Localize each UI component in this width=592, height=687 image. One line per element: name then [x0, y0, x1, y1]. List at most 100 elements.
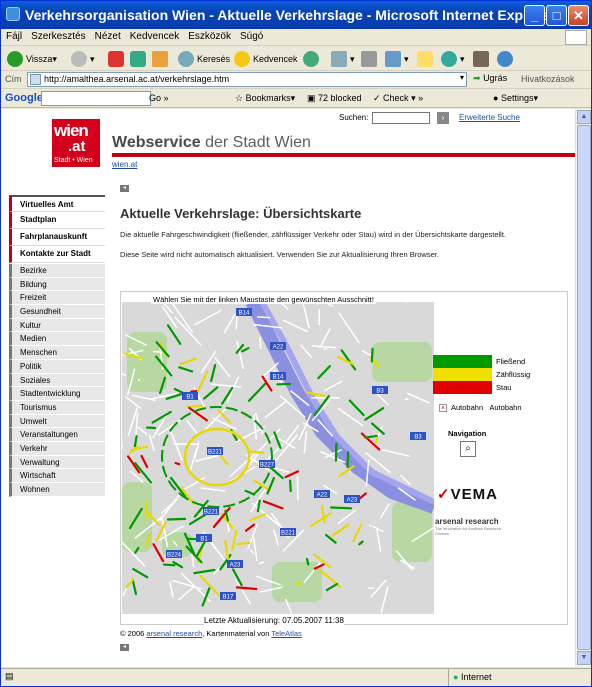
back-to-top-icon[interactable]: ◂ [120, 644, 129, 651]
street [323, 347, 328, 351]
topic-item[interactable]: Wirtschaft [9, 469, 105, 483]
stop-icon [108, 51, 124, 67]
extended-search-link[interactable]: Erweiterte Suche [459, 113, 520, 122]
address-input[interactable]: http://amalthea.arsenal.ac.at/verkehrsla… [27, 72, 467, 87]
menu-file[interactable]: Fájl [1, 29, 26, 42]
history-button[interactable] [303, 50, 322, 68]
back-arrow-icon [7, 51, 23, 67]
nav-item[interactable]: Virtuelles Amt [9, 195, 105, 212]
topic-item[interactable]: Verwaltung [9, 455, 105, 470]
traffic-segment [162, 563, 176, 567]
forward-button[interactable]: ▾ [71, 50, 95, 68]
scroll-up-icon[interactable]: ▲ [577, 110, 591, 124]
popup-blocked-button[interactable]: ▣ 72 blocked [307, 93, 362, 104]
search-button[interactable]: Keresés [178, 50, 230, 68]
search-submit-button[interactable]: › [437, 112, 449, 124]
menu-edit[interactable]: Szerkesztés [26, 29, 89, 42]
road-label: B221 [208, 450, 223, 456]
vertical-scrollbar[interactable]: ▲ ▼ [575, 109, 591, 667]
minimize-button[interactable]: _ [524, 5, 545, 26]
intro-text: Die aktuelle Fahrgeschwindigkeit (fließe… [120, 230, 507, 239]
messenger-button[interactable]: ▾ [441, 50, 465, 68]
title-bar: Verkehrsorganisation Wien - Aktuelle Ver… [1, 1, 591, 29]
google-logo[interactable]: Google [5, 92, 43, 104]
teleatlas-link[interactable]: TeleAtlas [271, 629, 301, 638]
traffic-map[interactable]: B14 A22 B14 B3 B3 A23 A22 B221 B227 B221 B1 B224 A23… [122, 302, 434, 614]
wien-at-link[interactable]: wien.at [112, 160, 137, 169]
menu-view[interactable]: Nézet [90, 29, 125, 42]
favorites-button[interactable]: Kedvencek [234, 50, 298, 68]
wien-at-logo[interactable]: wien .at Stadt • Wien [52, 119, 100, 167]
zoom-magnifier-icon[interactable]: ⌕ [460, 441, 476, 457]
mail-button[interactable]: ▾ [331, 50, 355, 68]
nav-item[interactable]: Stadtplan [9, 212, 105, 229]
topic-item[interactable]: Verkehr [9, 441, 105, 456]
discuss-button[interactable] [417, 50, 436, 68]
nav-item[interactable]: Kontakte zur Stadt [9, 246, 105, 263]
security-zone: ● Internet [448, 669, 591, 686]
people-button[interactable] [497, 50, 516, 68]
topic-item[interactable]: Veranstaltungen [9, 428, 105, 442]
maximize-button[interactable]: □ [546, 5, 567, 26]
back-button[interactable]: Vissza ▾ [7, 50, 57, 68]
road-label: B17 [223, 595, 234, 601]
back-link-icon[interactable]: ◂ [120, 185, 129, 192]
scroll-down-icon[interactable]: ▼ [577, 651, 591, 665]
research-button[interactable] [473, 50, 492, 68]
map-caption: Wählen Sie mit der linken Maustaste den … [151, 295, 376, 304]
legend-swatch-slow [433, 368, 492, 381]
site-search-input[interactable] [372, 112, 430, 124]
copyright-line: © 2006 arsenal research, Kartenmaterial … [120, 629, 302, 638]
close-button[interactable]: ✕ [568, 5, 589, 26]
road-label: B1 [200, 537, 208, 543]
topic-item[interactable]: Freizeit [9, 291, 105, 306]
topic-item[interactable]: Menschen [9, 346, 105, 360]
traffic-segment [174, 461, 181, 466]
topic-item[interactable]: Tourismus [9, 400, 105, 415]
toolbar: Vissza ▾ ▾ Keresés Kedvencek ▾ ▾ ▾ [1, 47, 591, 71]
scroll-thumb[interactable] [577, 125, 591, 650]
page-title: Aktuelle Verkehrslage: Übersichtskarte [120, 206, 362, 221]
bookmarks-button[interactable]: ☆ Bookmarks▾ [235, 93, 295, 104]
topic-item[interactable]: Stadtentwicklung [9, 387, 105, 401]
topic-item[interactable]: Wohnen [9, 483, 105, 497]
topic-item[interactable]: Umwelt [9, 414, 105, 429]
road-label: A23 [347, 498, 358, 504]
topic-item[interactable]: Gesundheit [9, 305, 105, 319]
nav-item[interactable]: Fahrplanauskunft [9, 229, 105, 246]
topic-item[interactable]: Soziales [9, 373, 105, 388]
topic-item[interactable]: Bezirke [9, 264, 105, 278]
settings-button[interactable]: ● Settings▾ [493, 93, 538, 104]
dropdown-arrow-icon[interactable]: ▾ [460, 73, 464, 82]
google-search-input[interactable] [41, 91, 151, 106]
links-label[interactable]: Hivatkozások [521, 74, 575, 84]
traffic-segment [305, 557, 310, 566]
spellcheck-button[interactable]: ✓ Check ▾ » [373, 93, 423, 104]
home-button[interactable] [152, 50, 171, 68]
topic-item[interactable]: Kultur [9, 318, 105, 333]
topic-item[interactable]: Politik [9, 359, 105, 374]
traffic-segment [295, 582, 303, 586]
google-go-button[interactable]: Go » [149, 93, 169, 103]
street [213, 546, 217, 549]
menu-bar: Fájl Szerkesztés Nézet Kedvencek Eszközök Súg… [1, 29, 591, 46]
refresh-button[interactable] [130, 50, 149, 68]
stop-button[interactable] [108, 50, 127, 68]
arsenal-link[interactable]: arsenal research [146, 629, 202, 638]
status-bar: ▤ ● Internet [1, 668, 591, 686]
traffic-segment [346, 451, 350, 469]
go-button[interactable]: ➡ Ugrás [473, 73, 507, 84]
print-button[interactable] [361, 50, 380, 68]
print-icon [361, 51, 377, 67]
menu-favorites[interactable]: Kedvencek [125, 29, 183, 42]
road-label: A22 [273, 345, 284, 351]
street [259, 337, 262, 350]
menu-tools[interactable]: Eszközök [183, 29, 235, 42]
menu-help[interactable]: Súgó [235, 29, 267, 42]
road-label: B224 [167, 553, 182, 559]
topic-item[interactable]: Medien [9, 332, 105, 347]
traffic-segment [374, 436, 379, 445]
edit-button[interactable]: ▾ [385, 50, 409, 68]
messenger-icon [441, 51, 457, 67]
topic-item[interactable]: Bildung [9, 277, 105, 292]
